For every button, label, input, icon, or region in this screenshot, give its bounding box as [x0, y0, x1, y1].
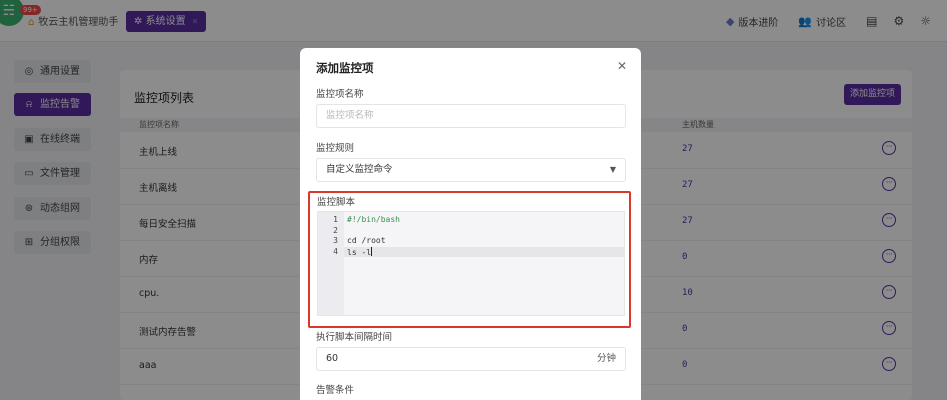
line-number-gutter: 1 2 3 4 — [318, 212, 344, 315]
rule-field-label: 监控规则 — [316, 143, 355, 154]
line-number: 3 — [333, 236, 338, 245]
name-field-label: 监控项名称 — [316, 89, 364, 100]
text-caret — [371, 246, 373, 256]
line-number: 1 — [333, 215, 338, 224]
dialog-title: 添加监控项 — [316, 61, 374, 75]
alert-condition-label: 告警条件 — [316, 385, 355, 396]
script-code-editor[interactable]: 1 2 3 4 #!/bin/bash cd /root ls -l — [317, 211, 625, 316]
code-line-active: ls -l — [344, 246, 625, 257]
interval-field-label: 执行脚本间隔时间 — [316, 332, 393, 343]
rule-select-value: 自定义监控命令 — [326, 164, 393, 175]
rule-select[interactable]: 自定义监控命令 ▼ — [316, 158, 626, 182]
interval-value: 60 — [326, 353, 339, 364]
monitor-name-input[interactable]: 监控项名称 — [316, 104, 626, 128]
chevron-down-icon: ▼ — [609, 165, 616, 174]
script-section-highlight: 监控脚本 1 2 3 4 #!/bin/bash cd /root ls -l — [308, 191, 631, 328]
code-line-text: ls -l — [347, 247, 372, 257]
interval-input[interactable]: 60 分钟 — [316, 347, 626, 371]
add-monitor-dialog: 添加监控项 ✕ 监控项名称 监控项名称 监控规则 自定义监控命令 ▼ 监控脚本 … — [300, 48, 641, 400]
line-number: 4 — [333, 246, 338, 256]
script-field-label: 监控脚本 — [317, 197, 356, 208]
code-line: #!/bin/bash — [347, 215, 400, 224]
interval-unit: 分钟 — [596, 353, 616, 364]
code-area[interactable]: #!/bin/bash cd /root ls -l — [344, 212, 625, 315]
close-icon[interactable]: ✕ — [617, 59, 627, 73]
line-number: 2 — [333, 225, 338, 235]
code-line: cd /root — [347, 236, 386, 245]
